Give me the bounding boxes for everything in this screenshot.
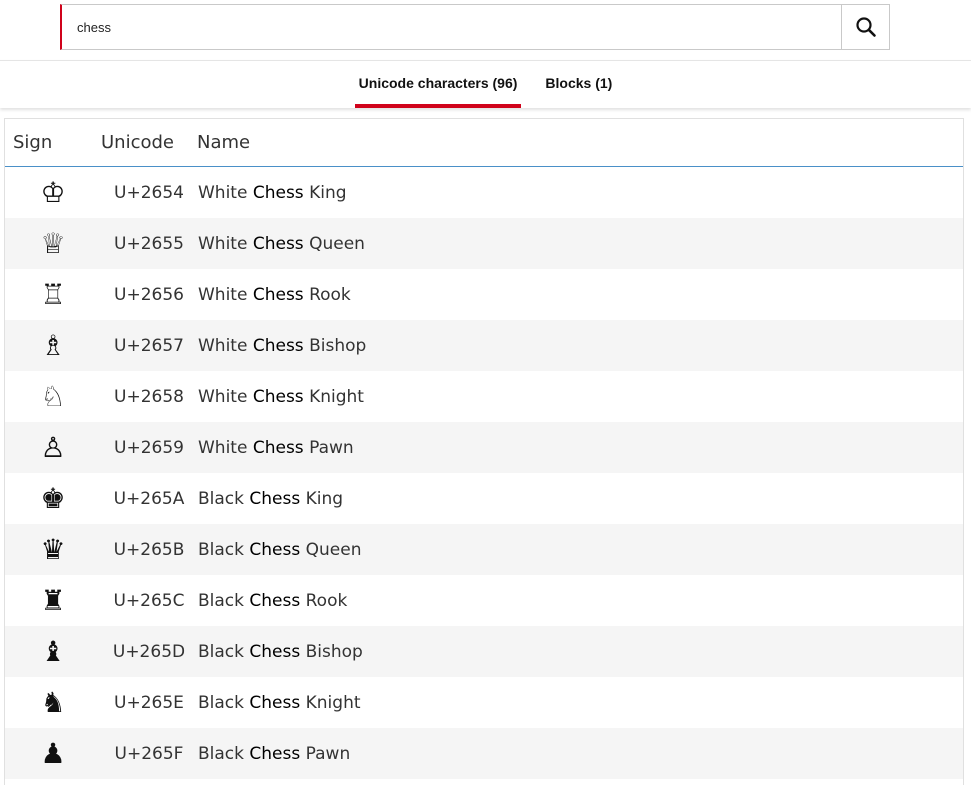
name-suffix: Knight <box>303 386 364 407</box>
character-name[interactable]: Black Chess King <box>197 473 963 524</box>
table-row[interactable]: ♟ U+265F Black Chess Pawn <box>5 728 963 779</box>
character-name[interactable]: Black Chess Queen <box>197 524 963 575</box>
name-prefix: White <box>198 233 253 254</box>
name-prefix: Black <box>198 641 250 662</box>
chess-symbol-sign[interactable]: ♙ <box>5 422 101 473</box>
character-name[interactable]: Black Chess Knight <box>197 677 963 728</box>
chess-symbol-sign[interactable]: ♝ <box>5 626 101 677</box>
search-box <box>60 4 890 50</box>
name-prefix: Black <box>198 743 250 764</box>
table-row[interactable]: ♞ U+265E Black Chess Knight <box>5 677 963 728</box>
name-highlight: Chess <box>249 743 301 764</box>
unicode-code[interactable]: U+2654 <box>101 166 197 218</box>
name-prefix: White <box>198 284 253 305</box>
table-row[interactable]: ♚ U+265A Black Chess King <box>5 473 963 524</box>
name-suffix: Queen <box>300 539 362 560</box>
name-highlight: Chess <box>252 437 304 458</box>
tab-unicode-characters[interactable]: Unicode characters (96) <box>354 75 522 108</box>
table-row[interactable]: ♖ U+2656 White Chess Rook <box>5 269 963 320</box>
name-prefix: Black <box>198 488 250 509</box>
unicode-code[interactable]: U+265F <box>101 728 197 779</box>
chess-symbol-sign[interactable]: ♞ <box>5 677 101 728</box>
unicode-code[interactable]: U+2658 <box>101 371 197 422</box>
results-tabs: Unicode characters (96) Blocks (1) <box>0 60 971 108</box>
name-highlight: Chess <box>252 233 304 254</box>
top-bar <box>0 0 971 60</box>
table-header-row: Sign Unicode Name <box>5 119 963 167</box>
unicode-code[interactable]: U+2657 <box>101 320 197 371</box>
table-row[interactable]: ♗ U+2657 White Chess Bishop <box>5 320 963 371</box>
name-prefix: White <box>198 437 253 458</box>
unicode-code[interactable]: U+2655 <box>101 218 197 269</box>
character-name[interactable]: White Chess Rook <box>197 269 963 320</box>
table-row[interactable]: ♝ U+265D Black Chess Bishop <box>5 626 963 677</box>
table-row[interactable]: ♛ U+265B Black Chess Queen <box>5 524 963 575</box>
name-prefix: Black <box>198 539 250 560</box>
chess-symbol-sign[interactable]: ♛ <box>5 524 101 575</box>
unicode-code[interactable]: U+2659 <box>101 422 197 473</box>
chess-symbol-sign[interactable]: ♟ <box>5 728 101 779</box>
name-suffix: Pawn <box>300 743 351 764</box>
name-highlight: Chess <box>249 488 301 509</box>
name-prefix: White <box>198 182 253 203</box>
name-prefix: White <box>198 335 253 356</box>
unicode-code[interactable]: U+2656 <box>101 269 197 320</box>
name-suffix: Rook <box>300 590 348 611</box>
search-icon <box>855 17 876 37</box>
name-suffix: Knight <box>300 692 361 713</box>
name-highlight: Chess <box>252 335 304 356</box>
tab-blocks[interactable]: Blocks (1) <box>541 75 616 108</box>
table-row[interactable]: ♜ U+265C Black Chess Rook <box>5 575 963 626</box>
header-sign[interactable]: Sign <box>5 119 101 167</box>
name-prefix: White <box>198 386 253 407</box>
unicode-code[interactable]: U+265E <box>101 677 197 728</box>
search-input[interactable] <box>62 5 841 49</box>
search-button[interactable] <box>841 5 889 49</box>
character-name[interactable]: Black Chess Bishop <box>197 626 963 677</box>
table-row[interactable]: ♔ U+2654 White Chess King <box>5 166 963 218</box>
name-suffix: Bishop <box>300 641 363 662</box>
unicode-code[interactable]: U+265C <box>101 575 197 626</box>
name-highlight: Chess <box>249 590 301 611</box>
character-name[interactable]: Black Chess Pawn <box>197 728 963 779</box>
chess-symbol-sign[interactable]: ♚ <box>5 473 101 524</box>
name-highlight: Chess <box>249 692 301 713</box>
character-name[interactable]: White Chess Pawn <box>197 422 963 473</box>
name-suffix: Queen <box>303 233 365 254</box>
table-row[interactable]: ♙ U+2659 White Chess Pawn <box>5 422 963 473</box>
name-highlight: Chess <box>249 641 301 662</box>
results-table: Sign Unicode Name ♔ U+2654 White Chess Kin… <box>5 119 963 779</box>
results-table-container: Sign Unicode Name ♔ U+2654 White Chess Kin… <box>4 118 964 785</box>
header-unicode[interactable]: Unicode <box>101 119 197 167</box>
unicode-code[interactable]: U+265A <box>101 473 197 524</box>
header-name[interactable]: Name <box>197 119 963 167</box>
character-name[interactable]: Black Chess Rook <box>197 575 963 626</box>
unicode-code[interactable]: U+265B <box>101 524 197 575</box>
table-row[interactable]: ♕ U+2655 White Chess Queen <box>5 218 963 269</box>
name-prefix: Black <box>198 590 250 611</box>
name-suffix: Pawn <box>303 437 354 458</box>
character-name[interactable]: White Chess Bishop <box>197 320 963 371</box>
name-suffix: Rook <box>303 284 351 305</box>
chess-symbol-sign[interactable]: ♔ <box>5 166 101 218</box>
character-name[interactable]: White Chess King <box>197 166 963 218</box>
name-suffix: King <box>303 182 347 203</box>
name-suffix: King <box>300 488 344 509</box>
character-name[interactable]: White Chess Queen <box>197 218 963 269</box>
name-highlight: Chess <box>249 539 301 560</box>
chess-symbol-sign[interactable]: ♗ <box>5 320 101 371</box>
name-highlight: Chess <box>252 386 304 407</box>
unicode-code[interactable]: U+265D <box>101 626 197 677</box>
chess-symbol-sign[interactable]: ♖ <box>5 269 101 320</box>
character-name[interactable]: White Chess Knight <box>197 371 963 422</box>
name-highlight: Chess <box>252 284 304 305</box>
chess-symbol-sign[interactable]: ♘ <box>5 371 101 422</box>
table-row[interactable]: ♘ U+2658 White Chess Knight <box>5 371 963 422</box>
chess-symbol-sign[interactable]: ♜ <box>5 575 101 626</box>
name-prefix: Black <box>198 692 250 713</box>
chess-symbol-sign[interactable]: ♕ <box>5 218 101 269</box>
name-highlight: Chess <box>252 182 304 203</box>
name-suffix: Bishop <box>303 335 367 356</box>
